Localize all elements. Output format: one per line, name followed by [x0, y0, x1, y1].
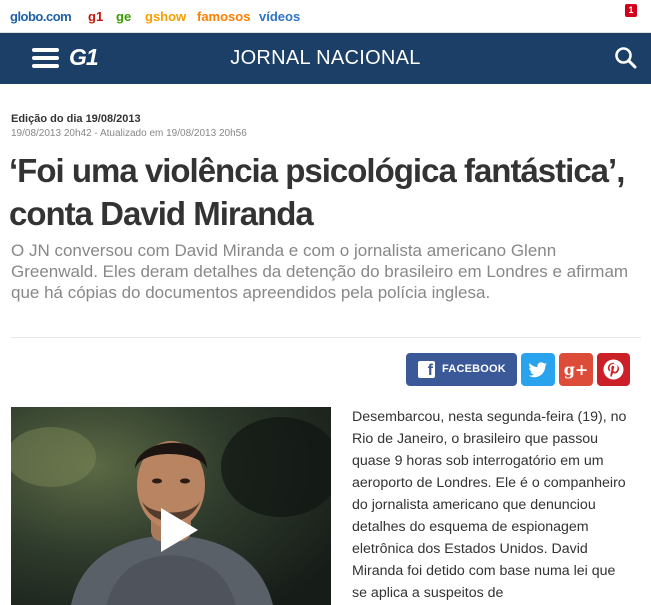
- video-player[interactable]: [11, 407, 331, 605]
- share-pinterest-button[interactable]: [597, 353, 630, 386]
- videos-link[interactable]: vídeos: [259, 9, 300, 24]
- edition-label: Edição do dia 19/08/2013: [11, 113, 141, 125]
- article-headline: ‘Foi uma violência psicológica fantástic…: [9, 152, 625, 232]
- play-icon[interactable]: [161, 508, 198, 552]
- site-header: G1 JORNAL NACIONAL: [0, 33, 651, 84]
- share-twitter-button[interactable]: [521, 353, 555, 386]
- share-google-plus-button[interactable]: g+: [559, 353, 593, 386]
- share-facebook-button[interactable]: f FACEBOOK: [406, 353, 517, 386]
- twitter-bird-icon: [528, 362, 547, 378]
- gshow-link[interactable]: gshow: [145, 9, 186, 24]
- famosos-link[interactable]: famosos: [197, 9, 250, 24]
- facebook-f-icon: f: [418, 361, 435, 378]
- google-plus-icon: g+: [563, 360, 589, 379]
- article-body: Desembarcou, nesta segunda-feira (19), n…: [352, 409, 627, 601]
- article-timestamp: 19/08/2013 20h42 - Atualizado em 19/08/2…: [11, 128, 247, 139]
- divider: [11, 337, 641, 338]
- globo-top-bar: globo.com g1 ge gshow famosos vídeos 1: [0, 0, 651, 33]
- notification-badge[interactable]: 1: [625, 4, 637, 17]
- ge-link[interactable]: ge: [116, 9, 131, 24]
- globo-home-link[interactable]: globo.com: [10, 9, 72, 24]
- article-subtitle: O JN conversou com David Miranda e com o…: [11, 241, 629, 302]
- pinterest-p-icon: [603, 359, 624, 380]
- search-icon[interactable]: [614, 46, 638, 70]
- facebook-label: FACEBOOK: [442, 363, 506, 375]
- section-title: JORNAL NACIONAL: [230, 47, 421, 69]
- video-thumbnail: [11, 407, 331, 605]
- g1-link[interactable]: g1: [88, 9, 103, 24]
